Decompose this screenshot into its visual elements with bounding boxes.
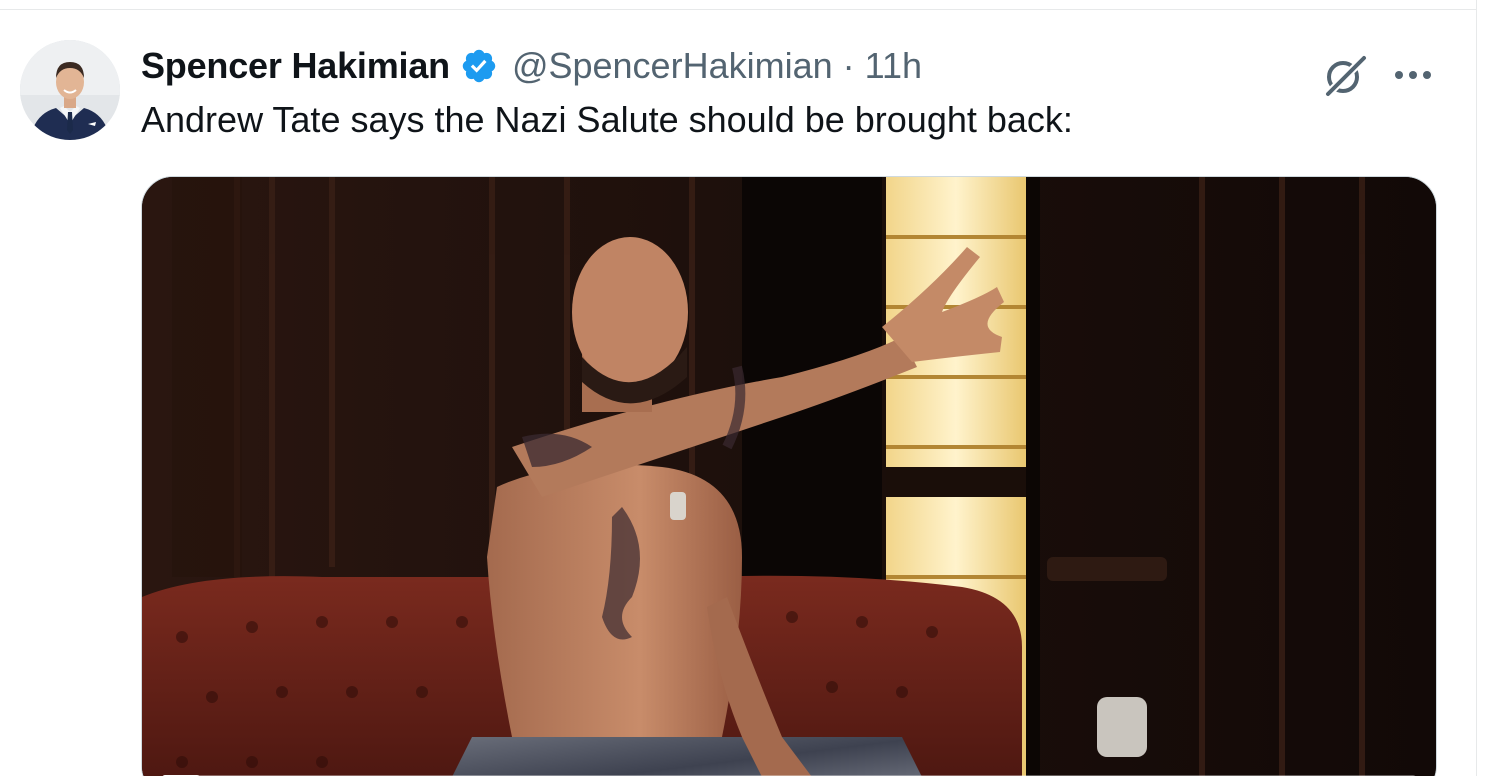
user-handle[interactable]: @SpencerHakimian: [512, 45, 833, 87]
grok-icon: [1322, 52, 1368, 103]
more-options-icon: [1393, 68, 1433, 86]
column-border: [1476, 0, 1477, 776]
verified-badge-icon[interactable]: [460, 47, 498, 85]
video-frame: [142, 177, 1436, 776]
video-player[interactable]: [141, 176, 1437, 776]
tweet-header: Spencer Hakimian @SpencerHakimian · 11h: [141, 44, 922, 88]
tweet[interactable]: Spencer Hakimian @SpencerHakimian · 11h: [0, 10, 1476, 776]
timestamp[interactable]: 11h: [865, 45, 922, 87]
grok-button[interactable]: [1318, 50, 1372, 104]
more-options-button[interactable]: [1386, 50, 1440, 104]
separator-dot: ·: [842, 45, 855, 86]
timeline-frame: Spencer Hakimian @SpencerHakimian · 11h: [0, 0, 1506, 776]
display-name[interactable]: Spencer Hakimian: [141, 45, 450, 87]
avatar[interactable]: [20, 40, 120, 140]
tweet-text: Andrew Tate says the Nazi Salute should …: [141, 99, 1073, 140]
